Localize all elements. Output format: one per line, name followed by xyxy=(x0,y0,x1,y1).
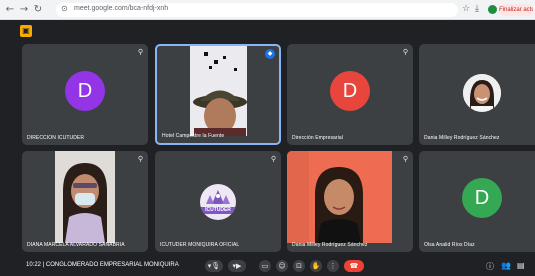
meeting-area: ▣ ⚲ D DIRECCION ICUTUDER ◆ Hotel Campest… xyxy=(0,20,535,276)
participant-profile-photo xyxy=(463,74,501,112)
mic-icon[interactable]: ▾🎙 xyxy=(205,260,223,272)
pin-icon[interactable]: ⚲ xyxy=(138,48,143,56)
avatar: D xyxy=(65,70,105,111)
raise-hand-icon[interactable]: ✋ xyxy=(310,260,322,272)
people-icon[interactable]: 👥 xyxy=(501,261,511,270)
end-call-icon[interactable]: ☎ xyxy=(344,260,364,272)
participant-tile[interactable]: ⚲ Dania Milley Rodríguez Sánchez xyxy=(419,44,535,145)
participant-tile[interactable]: ⚲ D DIRECCION ICUTUDER xyxy=(22,44,148,145)
address-bar[interactable]: ⊙ meet.google.com/bca-nfdj-xnh xyxy=(56,3,458,17)
participant-name: Hotel Campestre la Fuente xyxy=(162,133,225,139)
pin-icon[interactable]: ⚲ xyxy=(138,155,143,163)
participant-tile[interactable]: ⚲ Dania Milley Rodríguez Sánchez xyxy=(287,151,413,252)
participant-name: ICUTUDER MONIQUIRA OFICIAL xyxy=(160,242,240,248)
icutuder-logo: ICUTUDER xyxy=(200,184,236,220)
participant-name: DIANA MARCELA ALVARADO SANABRIA xyxy=(27,242,125,248)
bookmark-star-icon[interactable]: ☆ xyxy=(462,4,470,14)
participant-tile[interactable]: ⚲ D Dirección Empresarial xyxy=(287,44,413,145)
logo-text: ICUTUDER xyxy=(200,207,236,214)
speaking-indicator-icon: ◆ xyxy=(265,49,275,59)
pin-icon[interactable]: ⚲ xyxy=(403,48,408,56)
participant-video xyxy=(190,46,247,136)
emoji-icon[interactable]: ☺ xyxy=(276,260,288,272)
participant-video xyxy=(287,151,392,243)
download-icon[interactable]: ⤓ xyxy=(475,4,479,14)
participant-name: DIRECCION ICUTUDER xyxy=(27,135,85,141)
update-button[interactable]: Finalizar actualiz... xyxy=(499,4,533,16)
participant-tile[interactable]: ⚲ ICUTUDER ICUTUDER MONIQUIRA OFICIAL xyxy=(155,151,281,252)
pin-icon[interactable]: ⚲ xyxy=(403,155,408,163)
participant-name: Dania Milley Rodríguez Sánchez xyxy=(424,135,500,141)
avatar: D xyxy=(462,177,502,218)
separator: | xyxy=(42,262,45,268)
captions-icon[interactable]: ▭ xyxy=(259,260,271,272)
browser-toolbar: ← → ↻ ⊙ meet.google.com/bca-nfdj-xnh ☆ ⤓… xyxy=(0,0,535,20)
camera-icon[interactable]: ▾▶ xyxy=(228,260,246,272)
more-icon[interactable]: ⋮ xyxy=(327,260,339,272)
avatar: D xyxy=(330,70,370,111)
address-url: meet.google.com/bca-nfdj-xnh xyxy=(74,5,169,12)
chat-icon[interactable]: ▤ xyxy=(517,261,525,270)
back-icon[interactable]: ← xyxy=(4,4,16,16)
participant-video xyxy=(55,151,115,243)
pin-icon[interactable]: ⚲ xyxy=(271,155,276,163)
participant-name: Dania Milley Rodríguez Sánchez xyxy=(292,242,368,248)
participant-name: Dirección Empresarial xyxy=(292,135,344,141)
info-icon[interactable]: ⓘ xyxy=(486,261,494,272)
participant-name: Olsa Analid Ríos Díaz xyxy=(424,242,475,248)
clock-time: 10:22 xyxy=(26,262,42,268)
participant-tile[interactable]: ⚲ DIANA MARCELA ALVARADO SANABRIA xyxy=(22,151,148,252)
participant-tile-speaking[interactable]: ◆ Hotel Campestre la Fuente xyxy=(155,44,281,145)
participant-tile[interactable]: ⚲ D Olsa Analid Ríos Díaz xyxy=(419,151,535,252)
meeting-info: 10:22 | CONGLOMERADO EMPRESARIAL MONIQUI… xyxy=(26,262,179,268)
reload-icon[interactable]: ↻ xyxy=(32,4,44,16)
meeting-controls-bar: 10:22 | CONGLOMERADO EMPRESARIAL MONIQUI… xyxy=(0,256,535,276)
site-info-icon[interactable]: ⊙ xyxy=(61,4,68,13)
meeting-name: CONGLOMERADO EMPRESARIAL MONIQUIRA xyxy=(45,262,179,268)
forward-icon[interactable]: → xyxy=(18,4,30,16)
profile-avatar[interactable] xyxy=(488,5,497,14)
present-icon[interactable]: ⊡ xyxy=(293,260,305,272)
meet-app-icon: ▣ xyxy=(20,25,32,37)
